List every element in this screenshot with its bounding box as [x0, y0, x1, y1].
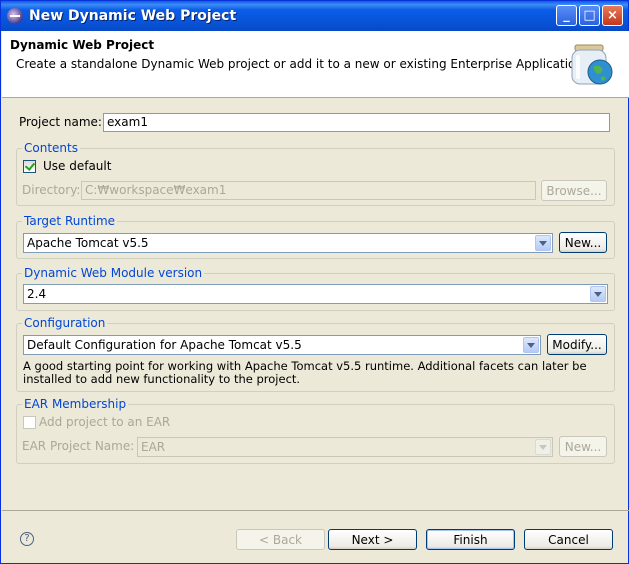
web-module-group-title: Dynamic Web Module version	[22, 266, 205, 280]
window-title: New Dynamic Web Project	[29, 8, 237, 24]
minimize-icon: _	[563, 8, 570, 23]
banner-title: Dynamic Web Project	[10, 38, 155, 52]
ear-project-name-value: EAR	[141, 440, 166, 454]
configuration-value: Default Configuration for Apache Tomcat …	[27, 338, 302, 352]
new-ear-button[interactable]: New...	[559, 436, 607, 457]
configuration-description-line1: A good starting point for working with A…	[23, 359, 587, 373]
use-default-checkbox[interactable]	[23, 160, 36, 173]
back-button[interactable]: < Back	[236, 529, 325, 550]
target-runtime-value: Apache Tomcat v5.5	[27, 236, 149, 250]
ear-project-name-select[interactable]: EAR	[137, 437, 553, 457]
target-runtime-select[interactable]: Apache Tomcat v5.5	[23, 233, 553, 253]
add-to-ear-label: Add project to an EAR	[39, 415, 171, 429]
checkmark-icon	[24, 160, 36, 171]
contents-group-title: Contents	[22, 141, 80, 155]
dialog-window: New Dynamic Web Project _ □ × Dynamic We…	[0, 0, 629, 564]
target-runtime-group-title: Target Runtime	[22, 214, 118, 228]
banner-description: Create a standalone Dynamic Web project …	[16, 57, 587, 71]
footer-separator	[2, 510, 629, 511]
directory-input[interactable]: C:₩workspace₩exam1	[81, 181, 536, 200]
jar-globe-icon	[571, 44, 613, 85]
project-name-input[interactable]: exam1	[103, 113, 610, 132]
configuration-group-title: Configuration	[22, 316, 108, 330]
help-icon[interactable]: ?	[20, 532, 34, 546]
close-button[interactable]: ×	[602, 5, 623, 26]
use-default-label: Use default	[43, 159, 112, 173]
project-name-label: Project name:	[19, 115, 102, 129]
cancel-button[interactable]: Cancel	[524, 529, 613, 550]
chevron-down-icon[interactable]	[590, 286, 606, 302]
title-bar[interactable]: New Dynamic Web Project _ □ ×	[1, 1, 628, 31]
modify-button[interactable]: Modify...	[547, 334, 607, 355]
wizard-banner: Dynamic Web Project Create a standalone …	[2, 31, 629, 98]
add-to-ear-checkbox[interactable]	[23, 416, 36, 429]
configuration-description-line2: installed to add new functionality to th…	[23, 372, 301, 386]
chevron-down-icon[interactable]	[535, 439, 551, 455]
ear-membership-group-title: EAR Membership	[22, 397, 129, 411]
chevron-down-icon[interactable]	[535, 235, 551, 251]
configuration-select[interactable]: Default Configuration for Apache Tomcat …	[23, 335, 541, 355]
minimize-button[interactable]: _	[556, 5, 577, 26]
web-module-version-select[interactable]: 2.4	[23, 284, 608, 304]
finish-button[interactable]: Finish	[426, 529, 515, 550]
new-runtime-button[interactable]: New...	[559, 232, 607, 253]
directory-label: Directory:	[22, 183, 81, 197]
web-module-version-value: 2.4	[27, 287, 47, 301]
maximize-button[interactable]: □	[579, 5, 600, 26]
browse-button[interactable]: Browse...	[541, 180, 607, 201]
chevron-down-icon[interactable]	[523, 337, 539, 353]
eclipse-icon	[7, 8, 23, 24]
next-button[interactable]: Next >	[328, 529, 417, 550]
maximize-icon: □	[583, 8, 596, 23]
close-icon: ×	[607, 8, 618, 23]
ear-project-name-label: EAR Project Name:	[22, 439, 135, 453]
